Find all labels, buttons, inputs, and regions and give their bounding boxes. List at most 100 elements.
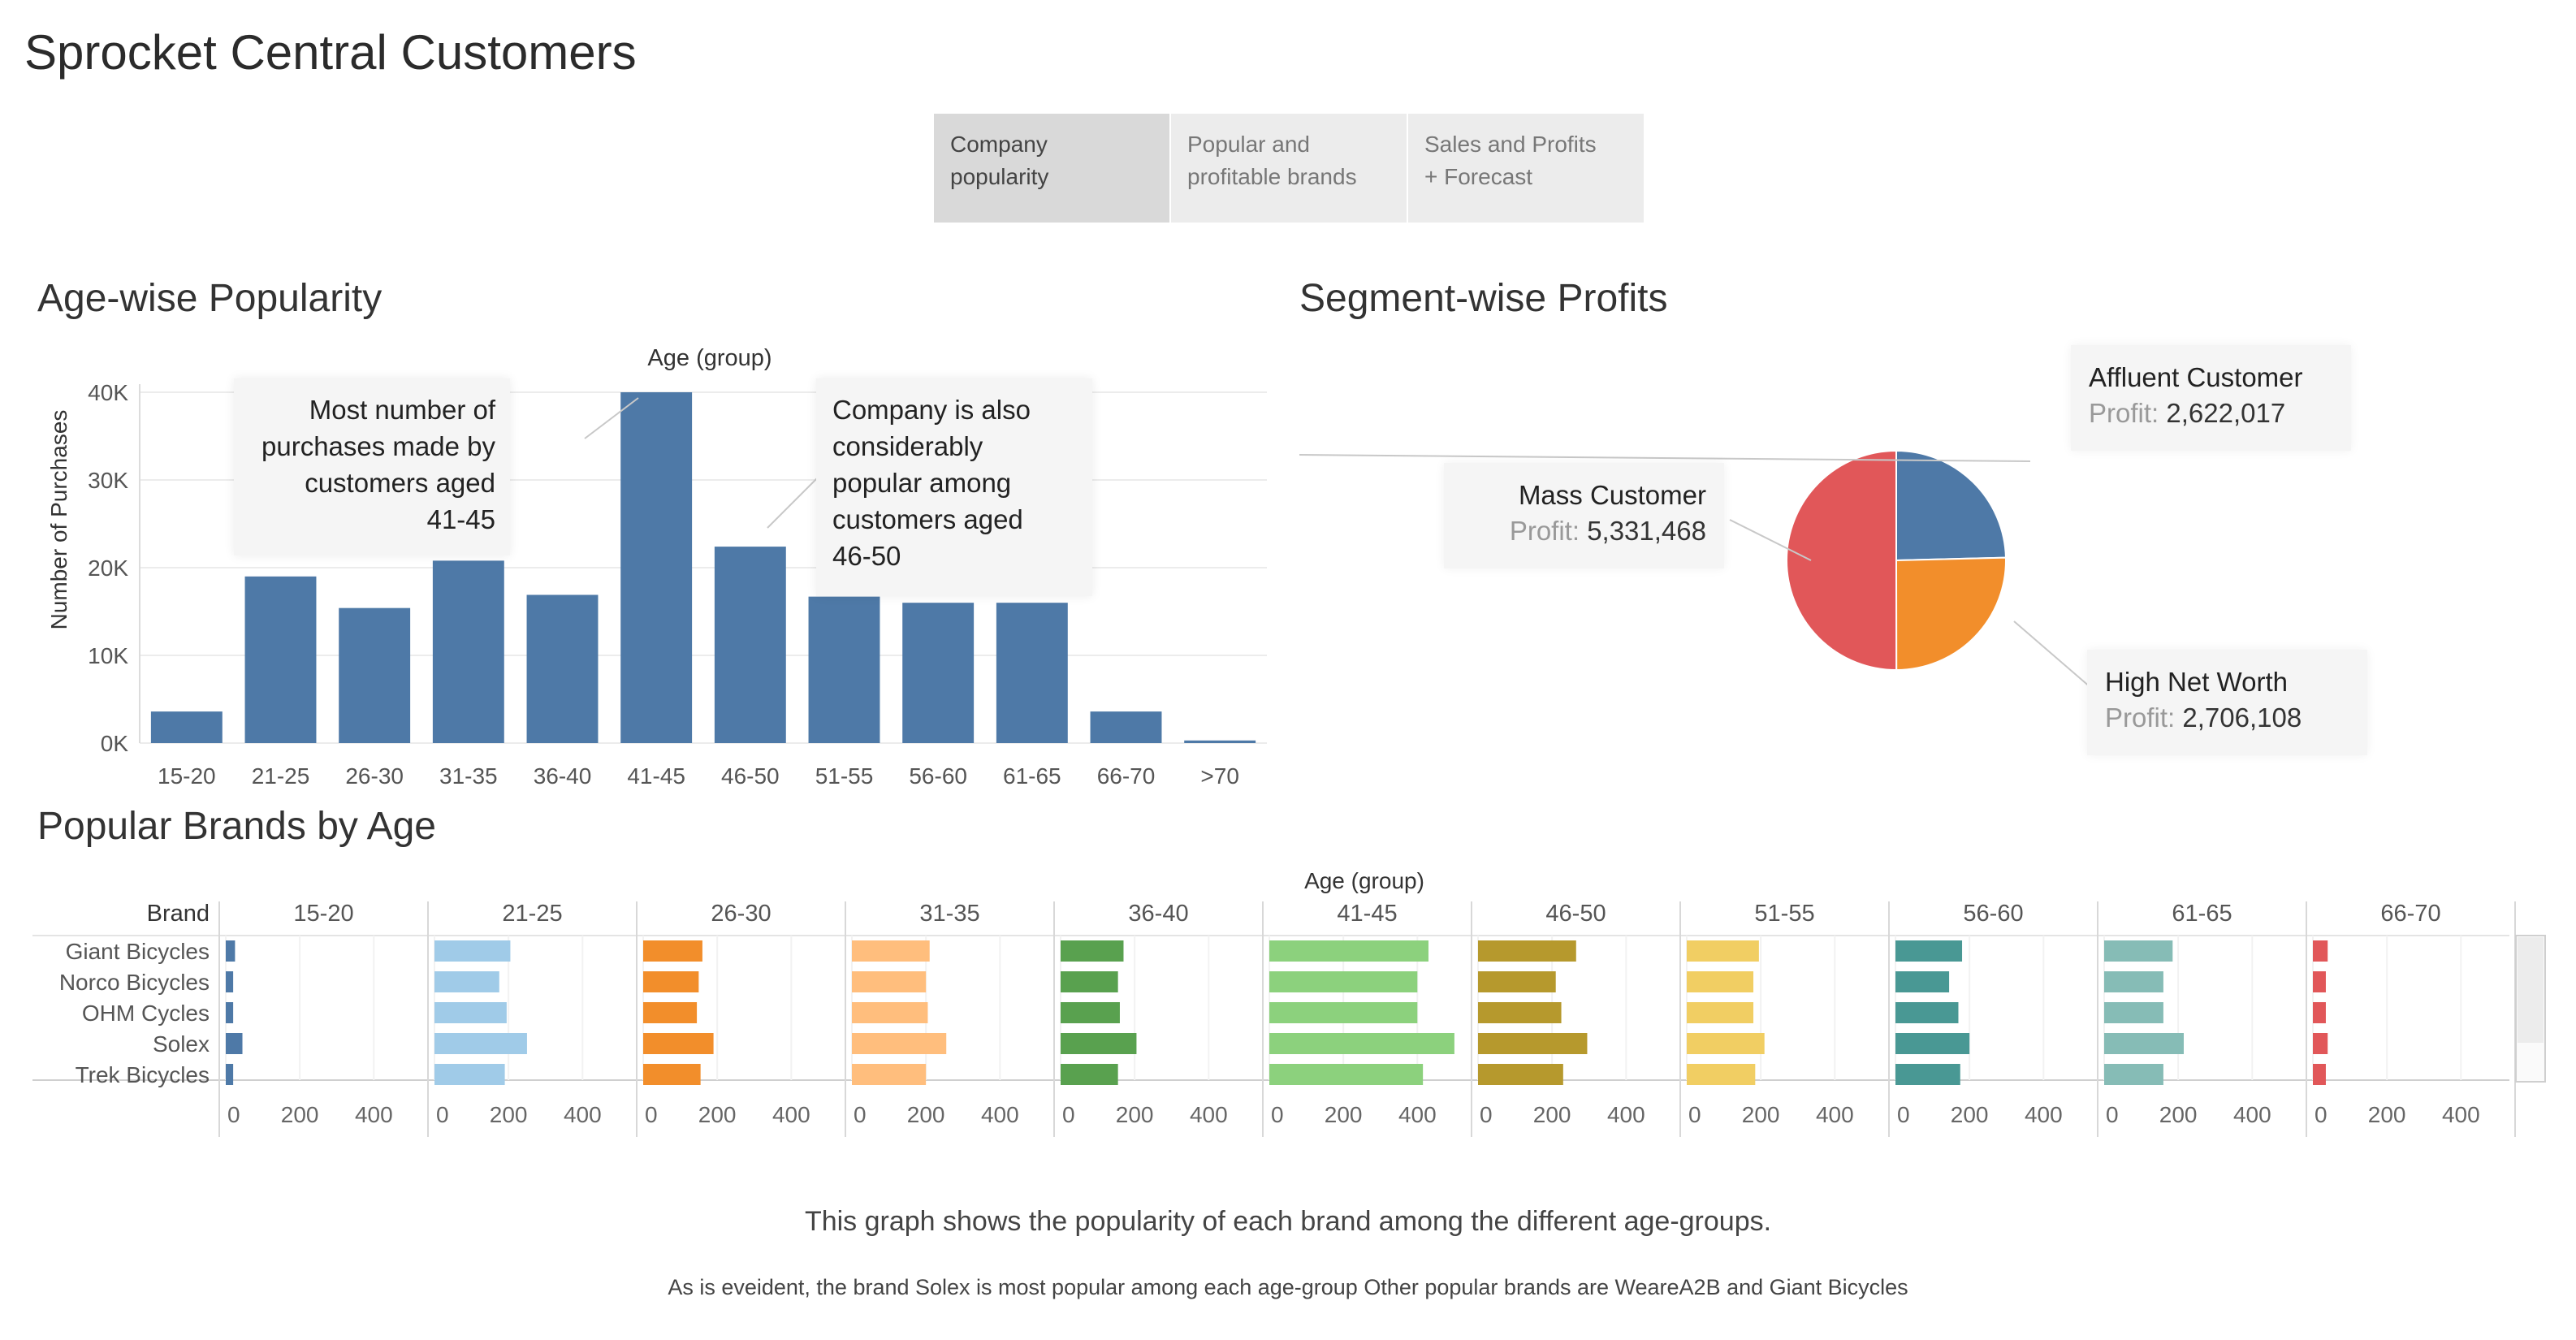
annotation-line: customers aged bbox=[305, 468, 495, 498]
brand-bar[interactable] bbox=[2313, 971, 2326, 992]
brand-bar[interactable] bbox=[643, 971, 699, 992]
brand-bar[interactable] bbox=[1269, 971, 1418, 992]
brand-bar[interactable] bbox=[1061, 1064, 1118, 1085]
age-y-tick-label: 30K bbox=[88, 468, 128, 493]
tab-company-popularity[interactable]: Company popularity bbox=[934, 114, 1169, 223]
brand-bar[interactable] bbox=[1061, 971, 1118, 992]
age-y-tick-label: 0K bbox=[101, 731, 129, 756]
brands-small-multiples-chart: Age (group) Brand 15-20 0 200 400 21-25 0 200 4… bbox=[32, 868, 2546, 1137]
brand-bar[interactable] bbox=[1895, 971, 1950, 992]
brand-bar[interactable] bbox=[434, 1002, 507, 1023]
brands-scrollbar-thumb[interactable] bbox=[2518, 937, 2544, 1043]
brand-bar[interactable] bbox=[1687, 971, 1754, 992]
brand-bar[interactable] bbox=[2104, 1033, 2184, 1054]
age-bar-36-40[interactable] bbox=[526, 594, 599, 743]
brand-bar[interactable] bbox=[2313, 1064, 2326, 1085]
tab-popular-brands[interactable]: Popular and profitable brands bbox=[1171, 114, 1407, 223]
brand-bar[interactable] bbox=[1687, 1064, 1756, 1085]
pie-slice-mass-customer[interactable] bbox=[1786, 449, 1898, 672]
annotation-41-45: Most number of purchases made by custome… bbox=[234, 378, 510, 555]
brand-bar[interactable] bbox=[1687, 940, 1759, 962]
age-bar-46-50[interactable] bbox=[714, 547, 786, 743]
annotation-line: popular among bbox=[832, 468, 1012, 498]
brands-x-tick-label: 400 bbox=[1607, 1102, 1645, 1127]
age-bar-21-25[interactable] bbox=[244, 576, 317, 743]
age-bar-51-55[interactable] bbox=[808, 596, 880, 743]
age-x-axis-label: Age (group) bbox=[647, 345, 772, 371]
brand-bar[interactable] bbox=[226, 971, 234, 992]
brand-bar[interactable] bbox=[1478, 1064, 1563, 1085]
age-bar-15-20[interactable] bbox=[150, 711, 223, 743]
brand-bar[interactable] bbox=[1269, 1033, 1454, 1054]
footer-note: As is eveident, the brand Solex is most … bbox=[668, 1275, 1908, 1299]
age-bar-66-70[interactable] bbox=[1090, 711, 1162, 743]
age-bar-56-60[interactable] bbox=[902, 603, 975, 743]
brand-bar[interactable] bbox=[2104, 1064, 2163, 1085]
brand-bar[interactable] bbox=[852, 1064, 927, 1085]
brand-bar[interactable] bbox=[1269, 940, 1428, 962]
brand-bar[interactable] bbox=[434, 971, 499, 992]
brands-age-group-header: 36-40 bbox=[1128, 901, 1188, 927]
brand-bar[interactable] bbox=[2104, 940, 2173, 962]
brand-bar[interactable] bbox=[226, 1033, 243, 1054]
brand-bar[interactable] bbox=[1687, 1033, 1765, 1054]
brand-bar[interactable] bbox=[1895, 1064, 1960, 1085]
brand-bar[interactable] bbox=[852, 1033, 947, 1054]
brand-bar[interactable] bbox=[643, 1002, 698, 1023]
brand-bar[interactable] bbox=[2313, 1033, 2328, 1054]
brands-x-tick-label: 0 bbox=[854, 1102, 867, 1127]
age-bar-61-65[interactable] bbox=[996, 603, 1068, 743]
brand-bar[interactable] bbox=[643, 1064, 701, 1085]
brands-x-tick-label: 400 bbox=[355, 1102, 393, 1127]
brands-row-labels: Giant Bicycles Norco Bicycles OHM Cycles So… bbox=[59, 939, 210, 1087]
brand-bar[interactable] bbox=[2104, 971, 2163, 992]
brands-x-tick-label: 400 bbox=[1190, 1102, 1228, 1127]
brands-x-tick-label: 0 bbox=[1480, 1102, 1493, 1127]
brands-x-tick-label: 400 bbox=[2233, 1102, 2271, 1127]
brand-bar[interactable] bbox=[434, 1033, 527, 1054]
brand-bar[interactable] bbox=[434, 1064, 505, 1085]
brand-bar[interactable] bbox=[1269, 1002, 1418, 1023]
annotation-line: considerably bbox=[832, 431, 983, 461]
brand-bar[interactable] bbox=[643, 1033, 714, 1054]
brand-bar[interactable] bbox=[643, 940, 702, 962]
brand-bar[interactable] bbox=[1269, 1064, 1424, 1085]
brand-bar[interactable] bbox=[1061, 940, 1124, 962]
age-bar-41-45[interactable] bbox=[620, 392, 693, 743]
brand-bar[interactable] bbox=[1061, 1002, 1120, 1023]
brand-bar[interactable] bbox=[226, 1064, 234, 1085]
pie-slice-affluent-customer[interactable] bbox=[1895, 449, 2007, 562]
brand-bar[interactable] bbox=[1478, 1002, 1562, 1023]
brand-bar[interactable] bbox=[2313, 1002, 2326, 1023]
brand-bar[interactable] bbox=[1895, 1002, 1959, 1023]
brand-bar[interactable] bbox=[1895, 940, 1963, 962]
age-bar->70[interactable] bbox=[1184, 740, 1256, 743]
brand-bar[interactable] bbox=[1478, 971, 1556, 992]
brand-bar[interactable] bbox=[1895, 1033, 1970, 1054]
tab-label-line: Popular and bbox=[1187, 132, 1311, 157]
brand-bar[interactable] bbox=[226, 1002, 234, 1023]
tab-label-line: profitable brands bbox=[1187, 164, 1357, 189]
brand-bar[interactable] bbox=[226, 940, 236, 962]
brands-x-tick-label: 0 bbox=[2315, 1102, 2327, 1127]
age-bar-31-35[interactable] bbox=[432, 560, 504, 743]
age-x-tick-label: 56-60 bbox=[909, 763, 967, 789]
brand-bar[interactable] bbox=[2104, 1002, 2163, 1023]
brand-bar[interactable] bbox=[2313, 940, 2328, 962]
brand-bar[interactable] bbox=[852, 1002, 928, 1023]
brand-bar[interactable] bbox=[1061, 1033, 1137, 1054]
brand-bar[interactable] bbox=[1478, 1033, 1588, 1054]
brands-x-tick-label: 0 bbox=[1897, 1102, 1910, 1127]
brands-age-group-header: 31-35 bbox=[919, 901, 979, 927]
age-bar-26-30[interactable] bbox=[339, 607, 411, 743]
brand-bar[interactable] bbox=[1478, 940, 1576, 962]
brand-bar[interactable] bbox=[852, 971, 927, 992]
brand-bar[interactable] bbox=[1687, 1002, 1754, 1023]
brand-bar[interactable] bbox=[852, 940, 930, 962]
brands-x-tick-label: 0 bbox=[227, 1102, 240, 1127]
age-y-ticks: 0K 10K 20K 30K 40K bbox=[88, 380, 128, 756]
pie-slice-high-net-worth[interactable] bbox=[1895, 556, 2007, 672]
brand-bar[interactable] bbox=[434, 940, 511, 962]
profit-label: Profit: bbox=[2105, 702, 2176, 733]
tab-sales-profits[interactable]: Sales and Profits + Forecast bbox=[1408, 114, 1644, 223]
